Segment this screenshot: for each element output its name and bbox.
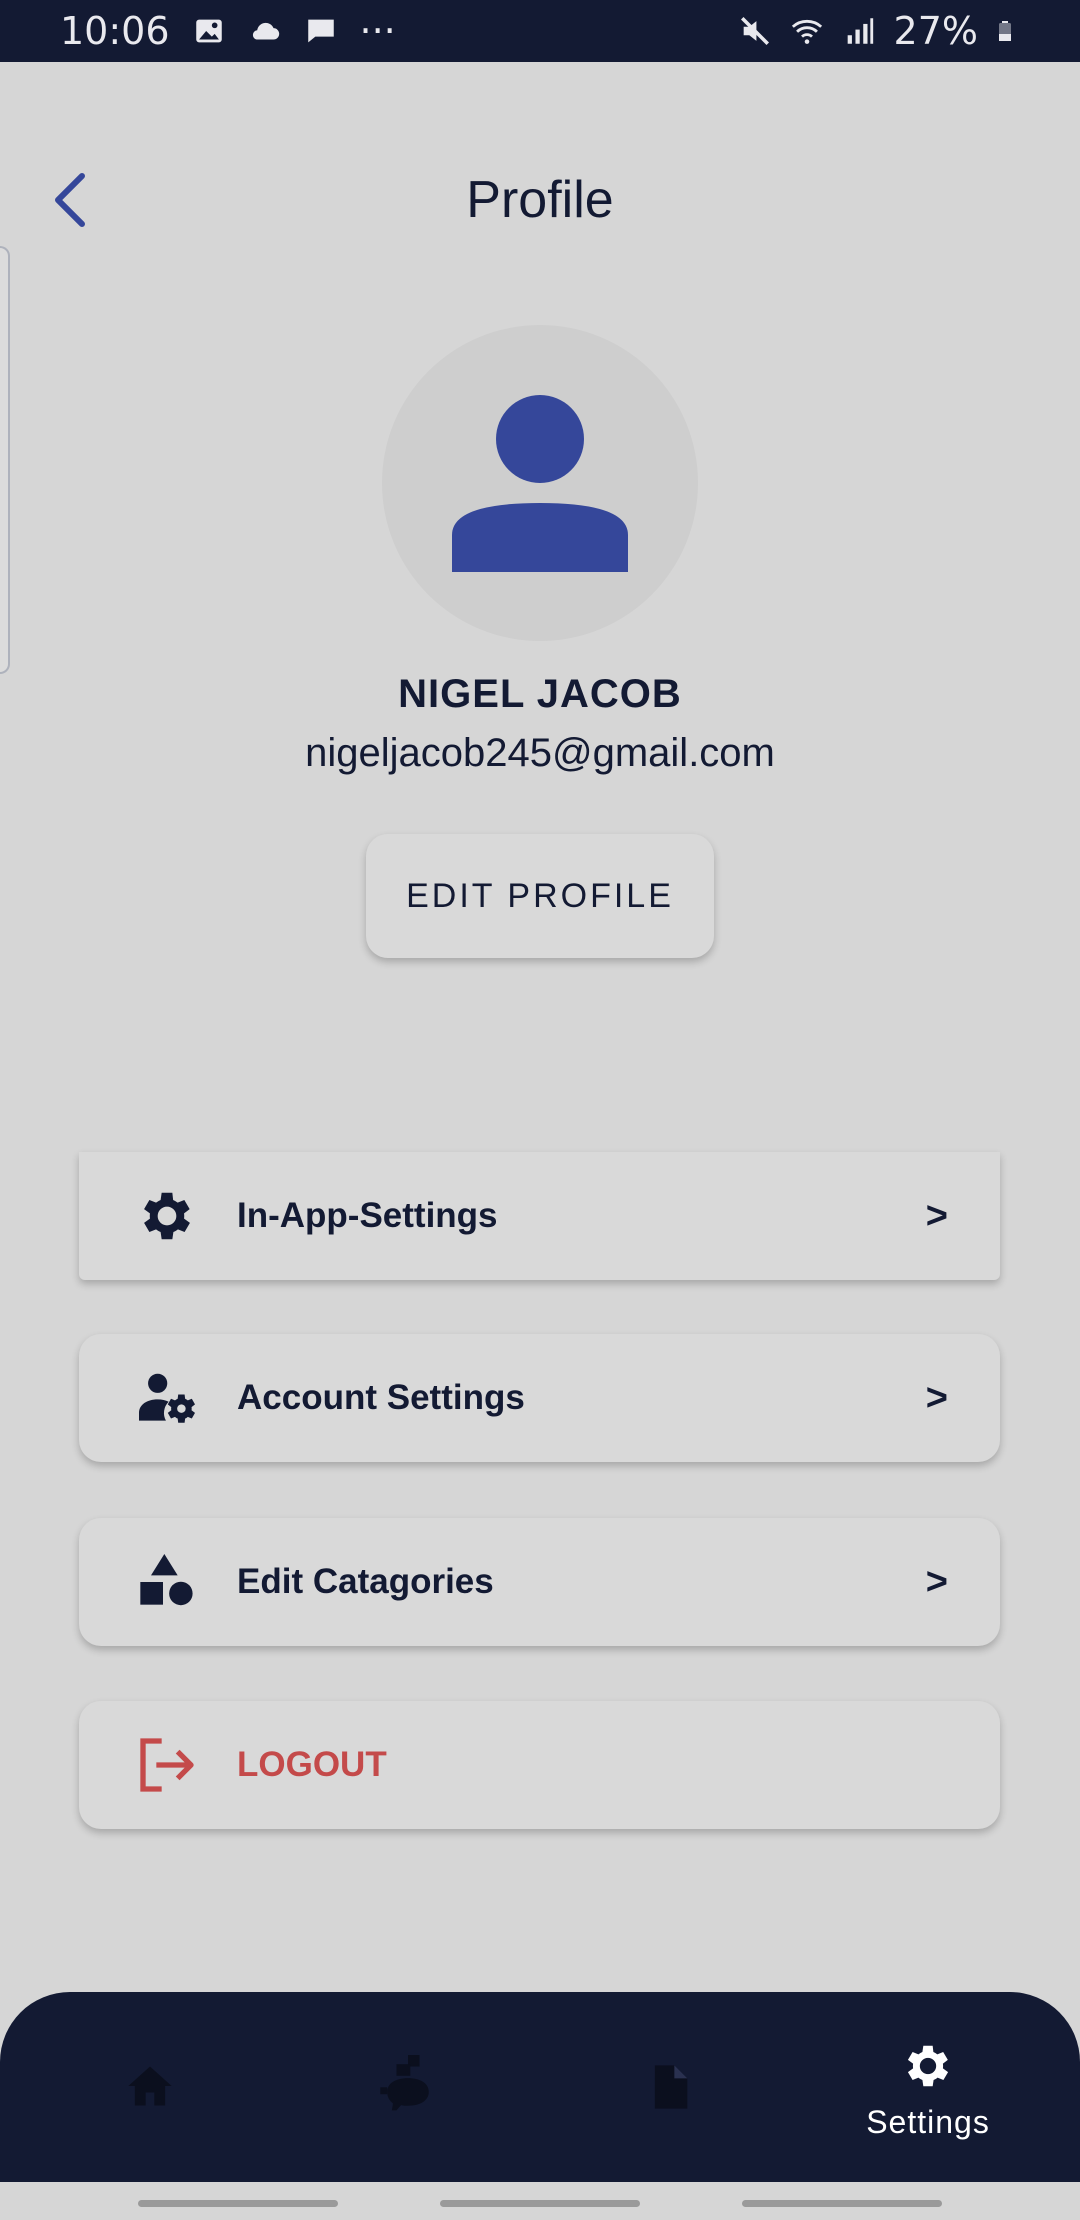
chevron-right-icon: > [925, 1376, 948, 1419]
shapes-icon [140, 1554, 193, 1606]
chevron-right-icon: > [925, 1194, 948, 1237]
page-title: Profile [466, 171, 614, 229]
user-icon [452, 395, 628, 572]
nav-settings-label: Settings [866, 2104, 990, 2140]
wifi-icon [791, 19, 822, 44]
more-notifications-icon: ··· [359, 9, 396, 53]
gear-icon [907, 2045, 949, 2087]
nav-settings[interactable]: Settings [828, 1992, 1028, 2182]
edge-panel-handle[interactable] [0, 246, 10, 674]
savings-icon [380, 2055, 429, 2111]
nav-home[interactable] [50, 1992, 250, 2182]
gesture-bar [0, 2182, 1080, 2220]
nav-documents[interactable] [570, 1992, 770, 2182]
edit-categories-item[interactable]: Edit Catagories > [79, 1518, 1000, 1646]
profile-email: nigeljacob245@gmail.com [305, 731, 775, 775]
bottom-navigation: Settings [0, 1992, 1080, 2182]
battery-percent: 27% [893, 9, 978, 53]
gesture-hint [742, 2200, 942, 2207]
logout-button[interactable]: LOGOUT [79, 1701, 1000, 1829]
in-app-settings-item[interactable]: In-App-Settings > [79, 1152, 1000, 1280]
gear-icon [144, 1192, 190, 1240]
battery-icon [999, 21, 1011, 41]
signal-icon [847, 18, 873, 44]
chevron-right-icon: > [925, 1560, 948, 1603]
logout-label: LOGOUT [237, 1745, 387, 1784]
user-gear-icon [139, 1373, 195, 1423]
logout-icon [140, 1738, 194, 1792]
profile-name: NIGEL JACOB [398, 672, 682, 716]
edit-profile-button[interactable]: EDIT PROFILE [366, 834, 714, 958]
status-bar: 10:06 ··· 27% [0, 0, 1080, 62]
status-time: 10:06 [60, 9, 170, 53]
document-icon [654, 2065, 688, 2109]
avatar[interactable] [382, 325, 698, 641]
gesture-hint [440, 2200, 640, 2207]
home-icon [128, 2066, 172, 2106]
gesture-hint [138, 2200, 338, 2207]
nav-savings[interactable] [330, 1992, 530, 2182]
mute-icon [740, 16, 769, 46]
in-app-settings-label: In-App-Settings [237, 1196, 498, 1235]
account-settings-label: Account Settings [237, 1378, 525, 1417]
account-settings-item[interactable]: Account Settings > [79, 1334, 1000, 1462]
cloud-icon [252, 22, 279, 40]
edit-categories-label: Edit Catagories [237, 1562, 494, 1601]
gallery-icon [195, 19, 222, 43]
message-icon [307, 19, 334, 43]
